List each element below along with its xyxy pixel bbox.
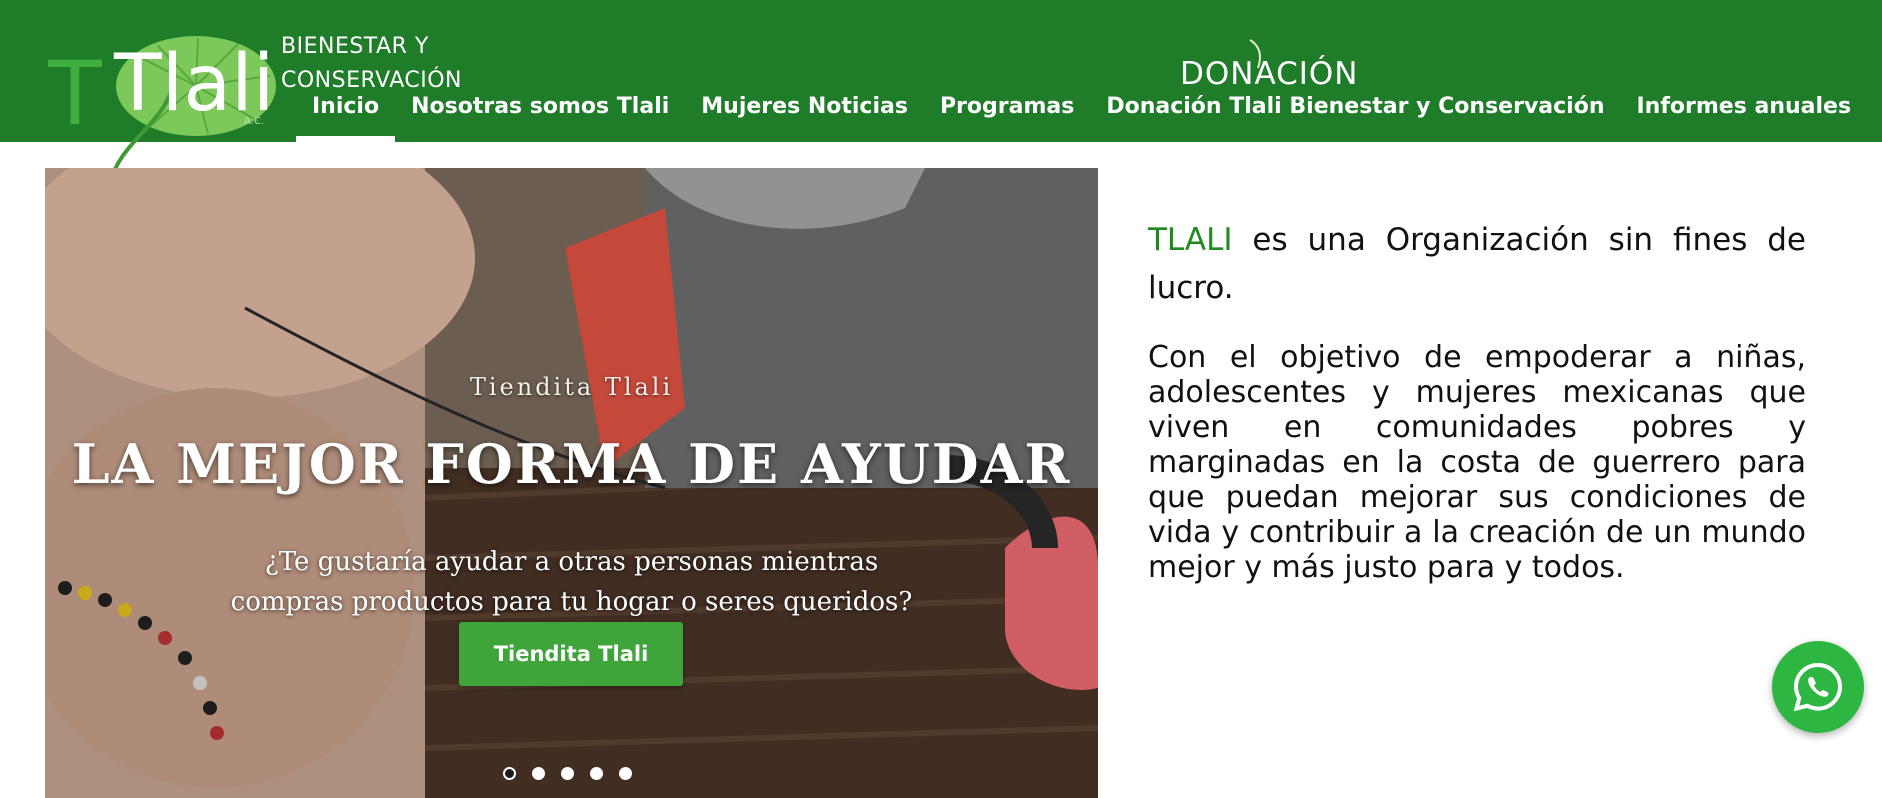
- nav-item-donacion[interactable]: Donación Tlali Bienestar y Conservación: [1090, 90, 1620, 142]
- whatsapp-icon: [1793, 662, 1843, 712]
- slider-dot-1[interactable]: [503, 767, 516, 780]
- intro-brand: TLALI: [1148, 222, 1233, 258]
- donation-badge[interactable]: DONACIÓN: [1180, 56, 1359, 92]
- nav-item-informes[interactable]: Informes anuales: [1621, 90, 1868, 142]
- hero-subtitle: Tiendita Tlali: [469, 373, 674, 401]
- brand-line-1: BIENESTAR Y: [281, 34, 429, 59]
- tlali-logo[interactable]: T Tlali A.C.: [48, 36, 278, 186]
- nav-item-programas[interactable]: Programas: [924, 90, 1090, 142]
- intro-paragraph: TLALI es una Organización sin fines de l…: [1148, 216, 1806, 312]
- hero-slider[interactable]: Tiendita Tlali LA MEJOR FORMA DE AYUDAR …: [45, 168, 1098, 798]
- whatsapp-button[interactable]: [1772, 641, 1864, 733]
- slider-dot-2[interactable]: [532, 767, 545, 780]
- slider-dot-4[interactable]: [590, 767, 603, 780]
- hero-question: ¿Te gustaría ayudar a otras personas mie…: [45, 542, 1098, 622]
- brand-name: BIENESTAR Y CONSERVACIÓN: [281, 30, 462, 98]
- slider-dot-3[interactable]: [561, 767, 574, 780]
- tiendita-button[interactable]: Tiendita Tlali: [459, 622, 683, 686]
- nav-item-nosotras[interactable]: Nosotras somos Tlali: [395, 90, 685, 142]
- hero-question-line-2: compras productos para tu hogar o seres …: [230, 587, 913, 617]
- main-nav: Inicio Nosotras somos Tlali Mujeres Noti…: [296, 90, 1867, 142]
- nav-item-noticias[interactable]: Mujeres Noticias: [685, 90, 924, 142]
- slider-dot-5[interactable]: [619, 767, 632, 780]
- intro-text: es una Organización sin fines de lucro.: [1148, 222, 1806, 306]
- site-header: T Tlali A.C. BIENESTAR Y CONSERVACIÓN DO…: [0, 0, 1882, 185]
- hero-title: LA MEJOR FORMA DE AYUDAR: [71, 432, 1072, 496]
- nav-item-inicio[interactable]: Inicio: [296, 90, 396, 142]
- mission-paragraph: Con el objetivo de empoderar a niñas, ad…: [1148, 340, 1806, 585]
- slider-dots: [503, 767, 632, 780]
- svg-text:T: T: [48, 42, 103, 145]
- hero-question-line-1: ¿Te gustaría ayudar a otras personas mie…: [264, 547, 879, 577]
- logo-suffix: A.C.: [244, 116, 265, 127]
